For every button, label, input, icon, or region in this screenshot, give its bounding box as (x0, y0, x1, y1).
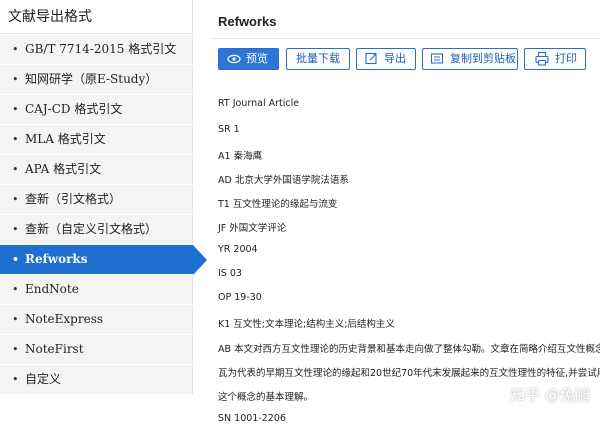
format-item-noteexpress[interactable]: • NoteExpress (0, 305, 193, 334)
bullet-icon: • (12, 313, 19, 326)
bullet-icon: • (12, 193, 19, 206)
record-line: SN 1001-2206 (218, 413, 286, 424)
export-icon (363, 49, 379, 69)
main-panel: Refworks 预览 批量下载 导出 复制到剪贴板 打印 RT Journal… (210, 0, 600, 424)
title-divider (210, 38, 600, 39)
format-item-label: MLA 格式引文 (25, 132, 106, 146)
zhihu-watermark: 知乎 @兔腿 (510, 386, 590, 404)
preview-button[interactable]: 预览 (218, 48, 279, 70)
format-item-gbt7714[interactable]: • GB/T 7714-2015 格式引文 (0, 35, 193, 64)
format-item-endnote[interactable]: • EndNote (0, 275, 193, 304)
record-line: SR 1 (218, 124, 240, 135)
bullet-icon: • (12, 253, 20, 266)
format-item-label: EndNote (25, 282, 79, 296)
format-item-cajcd[interactable]: • CAJ-CD 格式引文 (0, 95, 193, 124)
export-format-sidebar: 文献导出格式 • GB/T 7714-2015 格式引文 • 知网研学（原E-Stu… (0, 0, 207, 418)
bullet-icon: • (12, 373, 19, 386)
export-button[interactable]: 导出 (356, 48, 416, 70)
record-line: YR 2004 (218, 244, 258, 255)
format-item-label: 查新（自定义引文格式） (25, 222, 158, 236)
bullet-icon: • (12, 43, 19, 56)
format-item-chaxin[interactable]: • 查新（引文格式） (0, 185, 193, 214)
format-item-apa[interactable]: • APA 格式引文 (0, 155, 193, 184)
format-item-estudy[interactable]: • 知网研学（原E-Study） (0, 65, 193, 94)
print-label: 打印 (555, 52, 577, 65)
record-line: OP 19-30 (218, 292, 262, 303)
bullet-icon: • (12, 163, 19, 176)
format-item-label: 自定义 (25, 372, 62, 386)
format-item-notefirst[interactable]: • NoteFirst (0, 335, 193, 364)
record-line: JF 外国文学评论 (218, 223, 287, 234)
bullet-icon: • (12, 283, 19, 296)
bullet-icon: • (12, 223, 19, 236)
print-button[interactable]: 打印 (524, 48, 586, 70)
bullet-icon: • (12, 73, 19, 86)
preview-label: 预览 (246, 52, 268, 65)
format-item-label: 知网研学（原E-Study） (25, 72, 158, 86)
format-item-custom[interactable]: • 自定义 (0, 365, 193, 394)
record-line: RT Journal Article (218, 98, 300, 109)
record-line: IS 03 (218, 268, 242, 279)
format-item-label: GB/T 7714-2015 格式引文 (25, 42, 177, 56)
format-item-chaxin-custom[interactable]: • 查新（自定义引文格式） (0, 215, 193, 244)
record-line: K1 互文性;文本理论;结构主义;后结构主义 (218, 319, 395, 330)
copy-clipboard-label: 复制到剪贴板 (450, 52, 516, 65)
copy-clipboard-button[interactable]: 复制到剪贴板 (422, 48, 518, 70)
bullet-icon: • (12, 133, 19, 146)
export-label: 导出 (384, 52, 406, 65)
format-item-label: 查新（引文格式） (25, 192, 122, 206)
record-line: A1 秦海鹰 (218, 151, 263, 162)
bullet-icon: • (12, 103, 19, 116)
format-item-label: CAJ-CD 格式引文 (25, 102, 123, 116)
format-item-label: APA 格式引文 (25, 162, 102, 176)
batch-download-label: 批量下载 (296, 52, 340, 65)
format-item-label: NoteExpress (25, 312, 104, 326)
batch-download-button[interactable]: 批量下载 (286, 48, 350, 70)
sidebar-title: 文献导出格式 (0, 0, 193, 34)
record-line: AD 北京大学外国语学院法语系 (218, 175, 349, 186)
record-line: T1 互文性理论的缘起与流变 (218, 199, 338, 210)
format-list: • GB/T 7714-2015 格式引文 • 知网研学（原E-Study） • CA… (0, 35, 207, 394)
format-item-mla[interactable]: • MLA 格式引文 (0, 125, 193, 154)
format-item-label: Refworks (25, 252, 88, 266)
copy-icon (429, 49, 445, 69)
record-line: 瓦为代表的早期互文性理论的缘起和20世纪70年代末发展起来的互文性理性的特征,并… (218, 368, 600, 379)
record-line: 这个概念的基本理解。 (218, 392, 314, 403)
page-title: Refworks (218, 14, 277, 29)
format-item-label: NoteFirst (25, 342, 84, 356)
format-item-refworks[interactable]: • Refworks (0, 245, 207, 275)
printer-icon (534, 49, 550, 69)
record-line: AB 本文对西方互文性理论的历史背景和基本走向做了整体勾勒。文章在简略介绍互文性… (218, 344, 600, 355)
bullet-icon: • (12, 343, 19, 356)
eye-icon (226, 49, 242, 69)
